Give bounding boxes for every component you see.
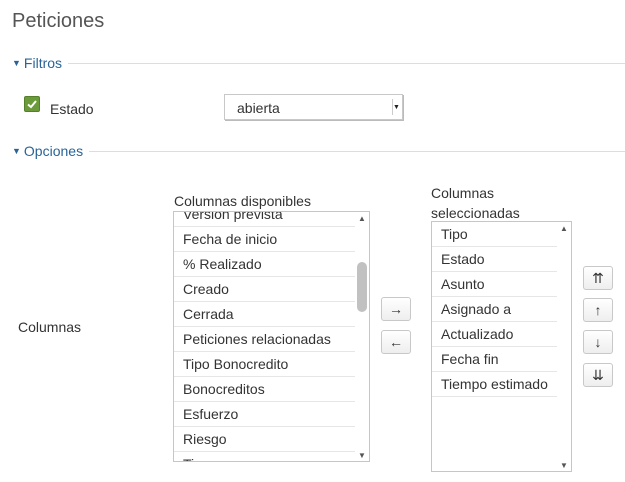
list-item[interactable]: Versión prevista [174,212,355,227]
move-to-bottom-button[interactable]: ⇊ [583,363,613,387]
list-item[interactable]: Actualizado [432,322,557,347]
scroll-down-icon[interactable]: ▼ [355,449,369,461]
available-scrollbar[interactable]: ▲ ▼ [355,212,369,461]
selected-columns-label-line1: Columnas [431,185,495,201]
list-item[interactable]: Tiempo estimado [432,372,557,397]
scroll-down-icon[interactable]: ▼ [557,459,571,471]
available-columns-label: Columnas disponibles [174,193,311,209]
move-down-button[interactable]: ↓ [583,330,613,354]
move-up-button[interactable]: ↑ [583,298,613,322]
list-item[interactable]: % Realizado [174,252,355,277]
scroll-up-icon[interactable]: ▲ [355,212,369,224]
list-item[interactable]: Asunto [432,272,557,297]
estado-checkbox[interactable] [24,96,40,112]
options-divider [12,151,625,152]
expanded-triangle-icon: ▼ [12,146,21,156]
expanded-triangle-icon: ▼ [12,58,21,68]
filters-legend-toggle[interactable]: ▼ Filtros [12,55,69,71]
available-columns-listbox[interactable]: Versión prevista Fecha de inicio% Realiza… [173,211,370,462]
arrow-down-icon: ↓ [594,334,602,350]
list-item[interactable]: Riesgo [174,427,355,452]
double-arrow-up-icon: ⇈ [592,269,604,286]
dropdown-arrow-icon: ▼ [392,99,400,115]
list-item[interactable]: Estado [432,247,557,272]
options-legend-label: Opciones [23,143,84,159]
filters-divider [12,63,625,64]
list-item[interactable]: Bonocreditos [174,377,355,402]
estado-select-value: abierta [237,100,280,116]
estado-select[interactable]: abierta ▼ [224,94,403,120]
filters-legend-label: Filtros [23,55,63,71]
list-item[interactable]: Peticiones relacionadas [174,327,355,352]
list-item[interactable]: Asignado a [432,297,557,322]
scroll-up-icon[interactable]: ▲ [557,222,571,234]
selected-columns-listbox[interactable]: Tipo Estado Asunto Asignado a Actualizado Fec… [431,221,572,472]
list-item[interactable]: Tipo [174,452,355,461]
list-item[interactable]: Tipo Bonocredito [174,352,355,377]
selected-columns-label: Columnas seleccionadas [431,183,520,223]
arrow-left-icon: ← [389,334,403,350]
selected-columns-label-line2: seleccionadas [431,205,520,221]
remove-column-button[interactable]: ← [381,330,411,354]
double-arrow-down-icon: ⇊ [592,366,604,383]
list-item[interactable]: Tipo [432,222,557,247]
arrow-right-icon: → [389,301,403,317]
list-item[interactable]: Cerrada [174,302,355,327]
list-item[interactable]: Esfuerzo [174,402,355,427]
selected-scrollbar[interactable]: ▲ ▼ [557,222,571,471]
options-legend-toggle[interactable]: ▼ Opciones [12,143,90,159]
checkmark-icon [27,100,37,109]
columns-label: Columnas [18,319,82,335]
estado-label: Estado [50,101,94,117]
page-title: Peticiones [12,10,105,32]
arrow-up-icon: ↑ [594,302,602,318]
add-column-button[interactable]: → [381,297,411,321]
list-item[interactable]: Fecha fin [432,347,557,372]
list-item[interactable]: Creado [174,277,355,302]
move-to-top-button[interactable]: ⇈ [583,266,613,290]
scrollbar-thumb[interactable] [357,262,367,312]
list-item[interactable]: Fecha de inicio [174,227,355,252]
